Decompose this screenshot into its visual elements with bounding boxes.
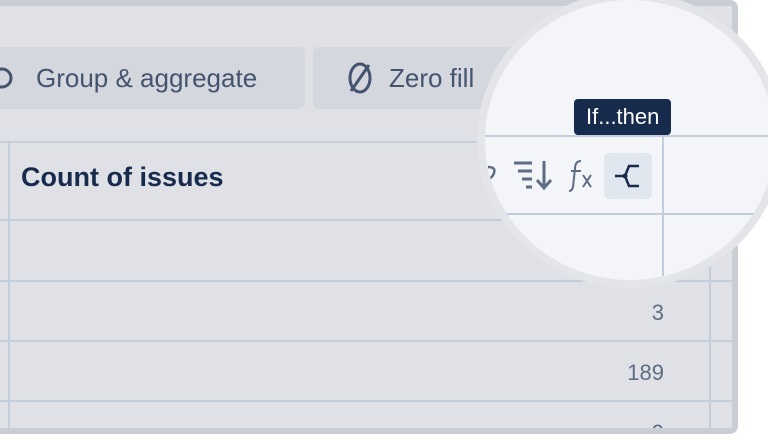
zero-fill-label: Zero fill (389, 62, 475, 93)
grid-line (662, 136, 664, 276)
grid-line (8, 142, 10, 428)
table-cell: 3 (651, 300, 664, 325)
magnifier-lens: If...then (485, 0, 768, 280)
if-then-button[interactable] (604, 153, 652, 199)
table-cell: 9 (651, 420, 664, 434)
ui-scene: Group & aggregate Zero fill Count of iss… (0, 0, 768, 440)
function-icon[interactable] (569, 157, 595, 193)
grid-line (0, 400, 732, 402)
table-cell: 189 (627, 360, 664, 385)
grid-line (0, 340, 732, 342)
grid-line (0, 280, 732, 282)
group-aggregate-button[interactable]: Group & aggregate (0, 47, 305, 109)
if-then-icon (615, 164, 639, 188)
grid-line (485, 213, 768, 215)
column-header-count: Count of issues (21, 162, 224, 192)
if-then-tooltip: If...then (574, 99, 672, 135)
group-aggregate-label: Group & aggregate (36, 62, 258, 93)
sort-icon[interactable] (512, 157, 556, 193)
grid-line (485, 135, 768, 137)
group-icon (0, 67, 13, 89)
format-icon[interactable] (485, 157, 500, 187)
zero-icon (348, 62, 372, 94)
magnified-view: If...then (485, 0, 768, 280)
